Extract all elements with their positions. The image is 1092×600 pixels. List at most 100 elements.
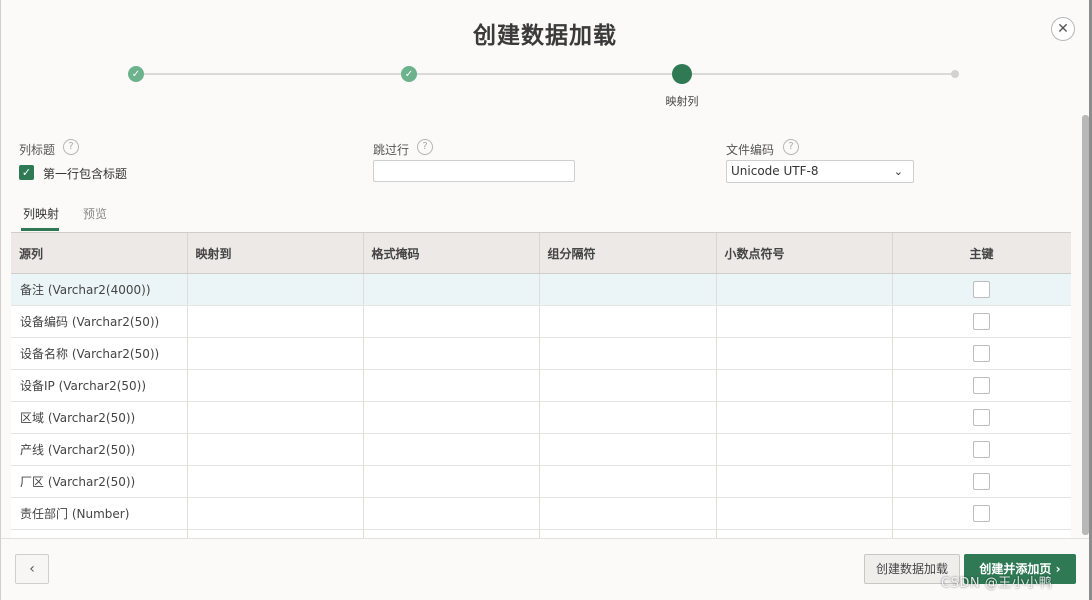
wizard-step-3-label: 映射列	[665, 95, 699, 108]
decimal-symbol-cell[interactable]	[716, 433, 893, 466]
format-mask-cell[interactable]	[363, 337, 540, 370]
source-column-cell: 设备编码 (Varchar2(50))	[11, 305, 188, 338]
decimal-symbol-cell[interactable]	[716, 497, 893, 530]
first-row-header-checkbox[interactable]: ✓	[19, 165, 34, 180]
map-to-cell[interactable]	[187, 337, 364, 370]
back-button[interactable]: ‹	[15, 554, 49, 584]
tab-column-mapping[interactable]: 列映射	[23, 205, 59, 222]
file-encoding-select[interactable]: Unicode UTF-8 ⌄	[726, 160, 914, 183]
table-row: 备注 (Varchar2(4000))	[11, 273, 1071, 306]
source-column-cell: 区域 (Varchar2(50))	[11, 401, 188, 434]
header-group-separator: 组分隔符	[539, 233, 717, 274]
decimal-symbol-cell[interactable]	[716, 273, 893, 306]
primary-key-checkbox[interactable]	[973, 473, 990, 490]
map-to-cell[interactable]	[187, 401, 364, 434]
active-tab-indicator	[21, 228, 59, 231]
format-mask-cell[interactable]	[363, 305, 540, 338]
primary-key-checkbox[interactable]	[973, 377, 990, 394]
help-icon[interactable]: ?	[417, 139, 433, 155]
decimal-symbol-cell[interactable]	[716, 337, 893, 370]
footer-divider	[1, 538, 1089, 539]
wizard-step-2-done: ✓	[401, 66, 417, 82]
table-row: 责任部门 (Number)	[11, 497, 1071, 530]
wizard-track	[136, 73, 955, 75]
close-button[interactable]: ✕	[1051, 17, 1075, 41]
source-column-cell: 厂区 (Varchar2(50))	[11, 465, 188, 498]
tab-preview[interactable]: 预览	[83, 205, 107, 222]
group-separator-cell[interactable]	[539, 465, 717, 498]
primary-key-checkbox[interactable]	[973, 409, 990, 426]
primary-key-cell	[892, 369, 1071, 402]
group-separator-cell[interactable]	[539, 369, 717, 402]
primary-key-cell	[892, 337, 1071, 370]
decimal-symbol-cell[interactable]	[716, 465, 893, 498]
format-mask-cell[interactable]	[363, 369, 540, 402]
chevron-down-icon: ⌄	[893, 165, 903, 178]
watermark: CSDN @王小小鸭	[941, 576, 1053, 591]
map-to-cell[interactable]	[187, 273, 364, 306]
group-separator-cell[interactable]	[539, 401, 717, 434]
header-format-mask: 格式掩码	[363, 233, 540, 274]
format-mask-cell[interactable]	[363, 273, 540, 306]
column-header-label: 列标题	[19, 143, 56, 157]
format-mask-cell[interactable]	[363, 497, 540, 530]
header-primary-key: 主键	[892, 233, 1071, 274]
skip-rows-input[interactable]	[373, 160, 575, 182]
table-row: 设备名称 (Varchar2(50))	[11, 337, 1071, 370]
wizard-step-4-todo	[951, 70, 959, 78]
close-icon: ✕	[1057, 21, 1069, 37]
chevron-left-icon: ‹	[29, 561, 35, 577]
format-mask-cell[interactable]	[363, 401, 540, 434]
primary-key-checkbox[interactable]	[973, 281, 990, 298]
source-column-cell: 设备名称 (Varchar2(50))	[11, 337, 188, 370]
format-mask-cell[interactable]	[363, 433, 540, 466]
group-separator-cell[interactable]	[539, 337, 717, 370]
primary-key-checkbox[interactable]	[973, 345, 990, 362]
primary-key-cell	[892, 305, 1071, 338]
first-row-header-label: 第一行包含标题	[43, 167, 128, 181]
decimal-symbol-cell[interactable]	[716, 401, 893, 434]
primary-key-cell	[892, 465, 1071, 498]
file-encoding-label: 文件编码	[726, 143, 775, 157]
table-row: 设备IP (Varchar2(50))	[11, 369, 1071, 402]
format-mask-cell[interactable]	[363, 465, 540, 498]
primary-key-checkbox[interactable]	[973, 441, 990, 458]
primary-key-checkbox[interactable]	[973, 505, 990, 522]
vertical-scrollbar[interactable]	[1082, 115, 1089, 535]
table-row: 产线 (Varchar2(50))	[11, 433, 1071, 466]
group-separator-cell[interactable]	[539, 305, 717, 338]
skip-rows-label: 跳过行	[373, 143, 410, 157]
help-icon[interactable]: ?	[783, 139, 799, 155]
wizard-step-1-done: ✓	[128, 66, 144, 82]
wizard-step-3-current	[672, 64, 692, 84]
primary-key-checkbox[interactable]	[973, 313, 990, 330]
map-to-cell[interactable]	[187, 433, 364, 466]
map-to-cell[interactable]	[187, 369, 364, 402]
map-to-cell[interactable]	[187, 465, 364, 498]
dialog-title: 创建数据加载	[473, 23, 617, 49]
header-source-column: 源列	[11, 233, 188, 274]
group-separator-cell[interactable]	[539, 273, 717, 306]
help-icon[interactable]: ?	[63, 139, 79, 155]
primary-key-cell	[892, 273, 1071, 306]
group-separator-cell[interactable]	[539, 497, 717, 530]
primary-key-cell	[892, 401, 1071, 434]
table-row: 厂区 (Varchar2(50))	[11, 465, 1071, 498]
decimal-symbol-cell[interactable]	[716, 369, 893, 402]
primary-key-cell	[892, 433, 1071, 466]
primary-key-cell	[892, 497, 1071, 530]
source-column-cell: 产线 (Varchar2(50))	[11, 433, 188, 466]
header-decimal-symbol: 小数点符号	[716, 233, 893, 274]
chevron-right-icon: ›	[1055, 562, 1061, 576]
map-to-cell[interactable]	[187, 305, 364, 338]
check-icon: ✓	[404, 68, 414, 80]
group-separator-cell[interactable]	[539, 433, 717, 466]
source-column-cell: 备注 (Varchar2(4000))	[11, 273, 188, 306]
table-row: 设备编码 (Varchar2(50))	[11, 305, 1071, 338]
table-row: 区域 (Varchar2(50))	[11, 401, 1071, 434]
file-encoding-value: Unicode UTF-8	[731, 164, 819, 178]
decimal-symbol-cell[interactable]	[716, 305, 893, 338]
header-map-to: 映射到	[187, 233, 364, 274]
table-header-row: 源列 映射到 格式掩码 组分隔符 小数点符号 主键	[11, 233, 1071, 274]
map-to-cell[interactable]	[187, 497, 364, 530]
